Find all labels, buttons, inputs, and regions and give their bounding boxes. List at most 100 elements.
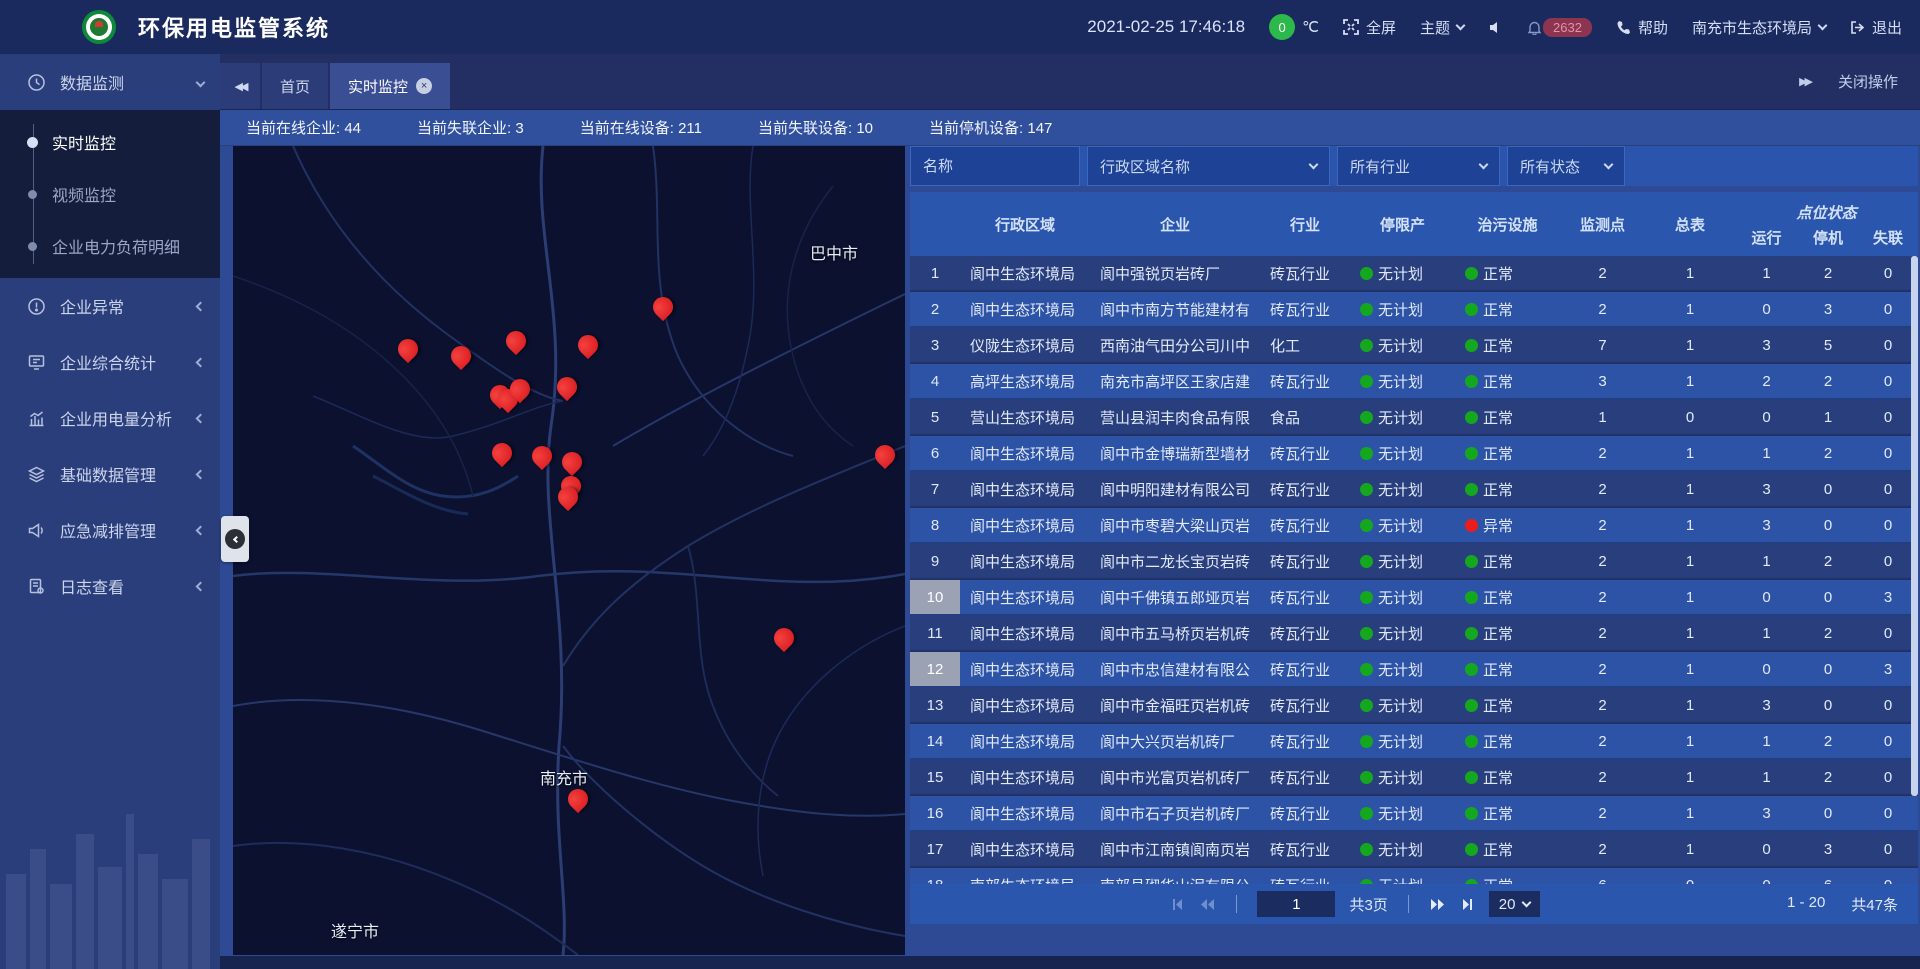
last-page-button[interactable] [1460,897,1475,912]
tabs-scroll-right-button[interactable]: ▶▶ [1799,75,1810,88]
next-page-button[interactable] [1429,897,1446,912]
cell-region: 阆中生态环境局 [960,580,1090,614]
table-scrollbar[interactable] [1911,256,1918,884]
cell-monitor-points: 2 [1560,688,1645,722]
cell-running: 0 [1735,400,1798,434]
tab-realtime-monitor[interactable]: 实时监控 × [330,63,450,109]
status-dot-icon [1360,663,1373,676]
city-name: 巴中市 [810,246,858,263]
stop-production-text: 无计划 [1378,839,1423,860]
cell-industry: 砖瓦行业 [1260,724,1350,758]
map-collapse-button[interactable] [221,516,249,562]
status-dot-icon [1360,339,1373,352]
cell-pollution-facility: 正常 [1455,292,1560,326]
table-row[interactable]: 2 阆中生态环境局 阆中市南方节能建材有 砖瓦行业 无计划 正常 [910,292,1918,328]
cell-region: 阆中生态环境局 [960,292,1090,326]
stop-production-text: 无计划 [1378,263,1423,284]
cell-running: 0 [1735,652,1798,686]
pollution-facility-text: 正常 [1483,335,1513,356]
table-row[interactable]: 4 高坪生态环境局 南充市高坪区王家店建 砖瓦行业 无计划 正常 [910,364,1918,400]
cell-industry: 食品 [1260,400,1350,434]
cell-monitor-points: 2 [1560,832,1645,866]
tab-bar: ◀◀ 首页 实时监控 × ▶▶ 关闭操作 [220,54,1920,110]
sidebar-group-log[interactable]: 日志查看 [0,558,220,614]
stop-production-text: 无计划 [1378,623,1423,644]
scrollbar-thumb[interactable] [1911,256,1918,796]
cell-offline: 0 [1858,868,1918,884]
status-filter-select[interactable]: 所有状态 [1507,146,1625,186]
sidebar-group-data-monitor[interactable]: 数据监测 [0,54,220,110]
table-row[interactable]: 14 阆中生态环境局 阆中大兴页岩机砖厂 砖瓦行业 无计划 正常 [910,724,1918,760]
pollution-facility-text: 正常 [1483,443,1513,464]
name-filter-field[interactable] [910,146,1080,186]
table-row[interactable]: 8 阆中生态环境局 阆中市枣碧大梁山页岩 砖瓦行业 无计划 异常 [910,508,1918,544]
table-row[interactable]: 16 阆中生态环境局 阆中市石子页岩机砖厂 砖瓦行业 无计划 正常 [910,796,1918,832]
help-button[interactable]: 帮助 [1616,17,1668,38]
bottom-band [220,956,1920,969]
sidebar-group-base-data[interactable]: 基础数据管理 [0,446,220,502]
sidebar-item-label: 实时监控 [52,130,116,154]
table-row[interactable]: 18 南部生态环境局 南部县砌华山泥有限公 砖瓦行业 无计划 正常 [910,868,1918,884]
user-label: 南充市生态环境局 [1692,17,1812,38]
tabs-scroll-left-button[interactable]: ◀◀ [220,63,260,109]
cell-industry: 砖瓦行业 [1260,256,1350,290]
sidebar-item-power-load-detail[interactable]: 企业电力负荷明细 [0,220,220,272]
fullscreen-button[interactable]: 全屏 [1343,17,1396,38]
map-city-label: 巴中市 [810,240,858,264]
sidebar-group-company-abnormal[interactable]: 企业异常 [0,278,220,334]
table-row[interactable]: 11 阆中生态环境局 阆中市五马桥页岩机砖 砖瓦行业 无计划 正常 [910,616,1918,652]
logout-button[interactable]: 退出 [1850,17,1902,38]
sidebar-group-emergency[interactable]: 应急减排管理 [0,502,220,558]
sidebar-item-realtime-monitor[interactable]: 实时监控 [0,116,220,168]
table-row[interactable]: 9 阆中生态环境局 阆中市二龙长宝页岩砖 砖瓦行业 无计划 正常 [910,544,1918,580]
table-row[interactable]: 13 阆中生态环境局 阆中市金福旺页岩机砖 砖瓦行业 无计划 正常 [910,688,1918,724]
cell-company: 南部县砌华山泥有限公 [1090,868,1260,884]
previous-page-button[interactable] [1199,897,1216,912]
sound-button[interactable] [1488,20,1503,35]
table-row[interactable]: 7 阆中生态环境局 阆中明阳建材有限公司 砖瓦行业 无计划 正常 [910,472,1918,508]
table-row[interactable]: 12 阆中生态环境局 阆中市忠信建材有限公 砖瓦行业 无计划 正常 [910,652,1918,688]
chevron-down-icon [1522,898,1532,908]
status-dot-icon [1465,843,1478,856]
cell-stop-production: 无计划 [1350,292,1455,326]
stat-value: 211 [678,120,702,137]
status-dot-icon [1465,447,1478,460]
pollution-facility-text: 正常 [1483,479,1513,500]
table-row[interactable]: 6 阆中生态环境局 阆中市金博瑞新型墙材 砖瓦行业 无计划 正常 [910,436,1918,472]
table-row[interactable]: 3 仪陇生态环境局 西南油气田分公司川中 化工 无计划 正常 [910,328,1918,364]
cell-running: 1 [1735,544,1798,578]
main-area: ◀◀ 首页 实时监控 × ▶▶ 关闭操作 当前在线企业: 44 当前失联企业: … [220,54,1920,969]
cell-monitor-points: 2 [1560,508,1645,542]
bullet-dot-icon [28,242,37,251]
table-row[interactable]: 17 阆中生态环境局 阆中市江南镇阆南页岩 砖瓦行业 无计划 正常 [910,832,1918,868]
table-row[interactable]: 10 阆中生态环境局 阆中千佛镇五郎垭页岩 砖瓦行业 无计划 正常 [910,580,1918,616]
theme-dropdown[interactable]: 主题 [1420,17,1464,38]
notifications[interactable]: 2632 [1527,18,1592,37]
table-row[interactable]: 1 阆中生态环境局 阆中强锐页岩砖厂 砖瓦行业 无计划 正常 [910,256,1918,292]
name-filter-input[interactable] [923,158,1067,175]
tab-close-icon[interactable]: × [416,78,432,94]
tab-label: 实时监控 [348,76,408,97]
first-page-button[interactable] [1170,897,1185,912]
cell-offline: 0 [1858,328,1918,362]
page-number-input[interactable] [1257,891,1335,917]
col-header-company: 企业 [1090,192,1260,256]
cell-monitor-points: 2 [1560,724,1645,758]
user-dropdown[interactable]: 南充市生态环境局 [1692,17,1826,38]
cell-region: 营山生态环境局 [960,400,1090,434]
pollution-facility-text: 正常 [1483,839,1513,860]
sidebar-item-video-monitor[interactable]: 视频监控 [0,168,220,220]
sidebar-group-power-analysis[interactable]: 企业用电量分析 [0,390,220,446]
table-row[interactable]: 5 营山生态环境局 营山县润丰肉食品有限 食品 无计划 正常 [910,400,1918,436]
status-dot-icon [1360,627,1373,640]
bullet-dot-icon [28,190,37,199]
industry-filter-select[interactable]: 所有行业 [1337,146,1500,186]
region-filter-select[interactable]: 行政区域名称 [1087,146,1330,186]
cell-region: 阆中生态环境局 [960,796,1090,830]
sidebar-group-company-stats[interactable]: 企业综合统计 [0,334,220,390]
tab-home[interactable]: 首页 [262,63,328,109]
close-operations-button[interactable]: 关闭操作 [1838,71,1898,92]
page-size-select[interactable]: 20 [1489,891,1541,917]
cell-total-meter: 1 [1645,256,1735,290]
table-row[interactable]: 15 阆中生态环境局 阆中市光富页岩机砖厂 砖瓦行业 无计划 正常 [910,760,1918,796]
